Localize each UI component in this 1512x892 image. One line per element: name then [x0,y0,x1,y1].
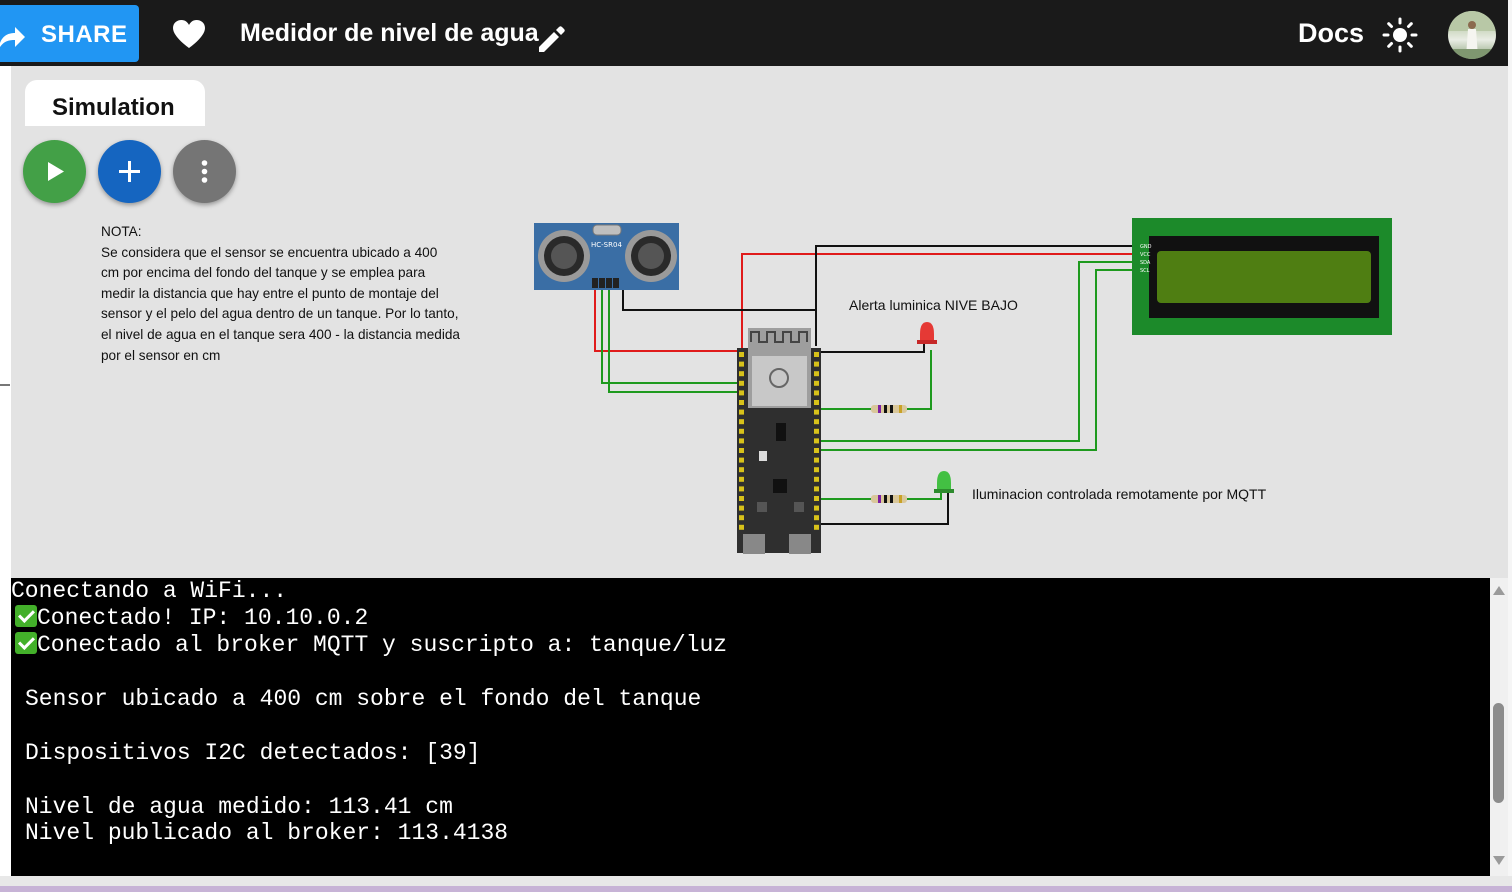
console-scrollbar[interactable] [1490,578,1508,876]
esp32-pin [814,390,819,396]
esp32-pin [814,457,819,463]
esp32-pin [739,524,744,530]
svg-text:SCL: SCL [1140,268,1150,274]
check-icon [15,632,37,654]
ultrasonic-sensor[interactable]: HC-SR04 [534,223,679,290]
esp32-pin [814,467,819,473]
esp32-pin [814,428,819,434]
esp32-pin [739,419,744,425]
scroll-down-icon[interactable] [1493,856,1505,865]
esp32-pin [739,428,744,434]
serial-monitor[interactable]: Conectando a WiFi... Conectado! IP: 10.1… [11,578,1490,876]
esp32-pin [739,496,744,501]
esp32-pin [739,371,744,377]
led-green-label: Iluminacion controlada remotamente por M… [972,486,1267,502]
esp32-pin [739,400,744,405]
esp32-pin [739,467,744,473]
esp32-pin [739,361,744,367]
console-line: Conectado! IP: 10.10.0.2 [11,605,368,632]
esp32-pin [739,505,744,511]
esp32-pin [739,380,744,386]
sun-icon[interactable] [1382,17,1418,53]
svg-text:SDA: SDA [1140,260,1151,266]
esp32-pin [739,476,744,482]
esp32-pin [814,409,819,415]
esp32-pin [814,352,819,357]
bottom-accent-line [0,886,1512,892]
project-title[interactable]: Medidor de nivel de agua [240,19,539,48]
sensor-name: HC-SR04 [591,241,622,249]
simulation-canvas[interactable]: Simulation NOTA: Se considera que el sen… [11,66,1508,578]
esp32-pin [739,352,744,357]
esp32-pin [814,496,819,501]
top-bar: SHARE Medidor de nivel de agua Docs [0,0,1512,66]
esp32-pin [814,505,819,511]
lcd-display[interactable]: GND VCC SDA SCL [1132,218,1392,335]
svg-text:GND: GND [1140,244,1152,250]
resistor-2 [871,495,907,503]
share-label: SHARE [41,21,128,48]
esp32-pin [814,371,819,377]
console-line: Conectado al broker MQTT y suscripto a: … [11,632,727,659]
docs-link[interactable]: Docs [1298,18,1364,49]
window-edge [1508,0,1512,892]
esp32-pin [814,448,819,453]
led-red-label: Alerta luminica NIVE BAJO [849,297,1018,313]
console-line: Dispositivos I2C detectados: [39] [25,740,481,766]
esp32-pin [739,448,744,453]
esp32-pin [739,409,744,415]
console-line: Conectando a WiFi... [11,578,288,604]
esp32-pin [814,361,819,367]
esp32-pin [814,380,819,386]
esp32-pin [814,486,819,492]
heart-icon[interactable] [172,19,206,49]
esp32-pin [814,524,819,530]
share-button[interactable]: SHARE [0,5,139,62]
resistor-1 [871,405,907,413]
esp32-pin [814,438,819,444]
esp32-board[interactable] [737,328,821,554]
scroll-thumb[interactable] [1493,703,1504,803]
avatar[interactable] [1448,11,1496,59]
check-icon [15,605,37,627]
green-led[interactable] [934,471,954,493]
divider-tick [0,384,10,386]
esp32-pin [739,390,744,396]
esp32-pin [814,400,819,405]
left-gutter [0,66,11,578]
console-line: Sensor ubicado a 400 cm sobre el fondo d… [25,686,702,712]
console-line: Nivel publicado al broker: 113.4138 [25,820,509,846]
red-led[interactable] [917,322,937,344]
scroll-up-icon[interactable] [1493,586,1505,595]
esp32-pin [814,476,819,482]
share-arrow-icon [0,27,25,47]
console-line: Nivel de agua medido: 113.41 cm [25,794,453,820]
pencil-icon[interactable] [536,24,566,54]
esp32-pin [739,515,744,521]
esp32-pin [814,515,819,521]
esp32-pin [814,419,819,425]
circuit-diagram: HC-SR04 GND VCC SDA SCL [534,218,1392,554]
svg-text:VCC: VCC [1140,252,1151,258]
esp32-pin [739,457,744,463]
esp32-pin [739,486,744,492]
esp32-pin [739,438,744,444]
